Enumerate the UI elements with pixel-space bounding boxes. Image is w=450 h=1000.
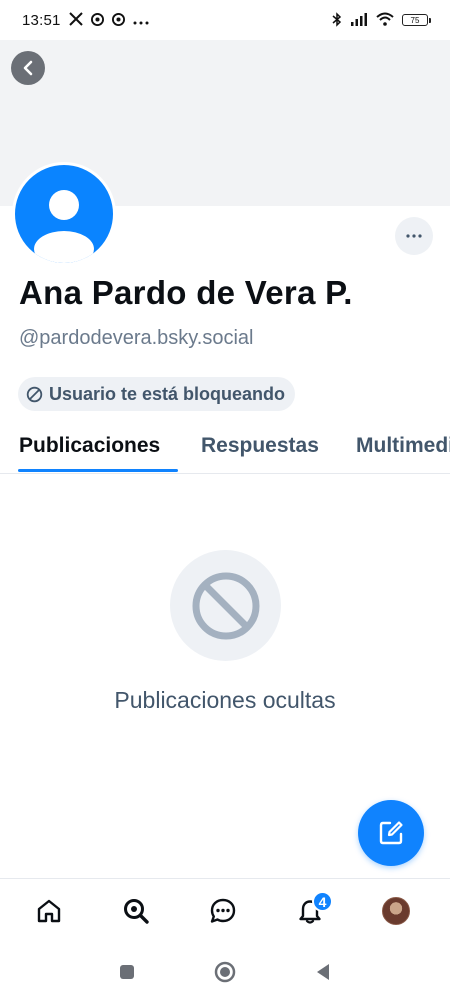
bluetooth-icon bbox=[332, 11, 342, 29]
chat-icon bbox=[210, 898, 236, 923]
nav-home[interactable] bbox=[27, 889, 71, 933]
profile-tabs: Publicaciones Respuestas Multimedia bbox=[0, 418, 450, 474]
chrome-icon bbox=[90, 12, 104, 28]
default-avatar-icon bbox=[34, 190, 94, 263]
status-time: 13:51 bbox=[22, 11, 61, 29]
nav-search[interactable] bbox=[114, 889, 158, 933]
back-button[interactable] bbox=[11, 51, 45, 85]
recents-icon bbox=[120, 965, 134, 979]
user-avatar bbox=[382, 897, 410, 925]
display-name: Ana Pardo de Vera P. bbox=[19, 274, 353, 311]
more-options-button[interactable] bbox=[395, 217, 433, 255]
home-circle-icon bbox=[214, 961, 236, 983]
nav-profile[interactable] bbox=[374, 889, 418, 933]
tab-multimedia[interactable]: Multimedia bbox=[356, 418, 450, 473]
signal-icon bbox=[350, 12, 368, 28]
status-bar: 13:51 75 bbox=[0, 0, 450, 40]
empty-state-label: Publicaciones ocultas bbox=[114, 687, 336, 713]
nav-chat[interactable] bbox=[201, 889, 245, 933]
profile-handle: @pardodevera.bsky.social bbox=[19, 327, 254, 349]
back-triangle-icon bbox=[317, 964, 329, 980]
compose-icon bbox=[379, 821, 403, 845]
chevron-left-icon bbox=[23, 60, 33, 76]
search-icon bbox=[124, 899, 149, 924]
ban-icon bbox=[192, 572, 259, 639]
x-logo-icon bbox=[68, 12, 83, 28]
system-home-button[interactable] bbox=[213, 960, 237, 984]
tab-publicaciones[interactable]: Publicaciones bbox=[19, 418, 160, 473]
nav-notifications[interactable]: 4 bbox=[288, 889, 333, 933]
ban-icon bbox=[26, 386, 43, 402]
battery-icon: 75 bbox=[402, 14, 431, 26]
wifi-icon bbox=[376, 12, 394, 28]
blocked-label: Usuario te está bloqueando bbox=[49, 383, 286, 404]
status-right: 75 bbox=[332, 11, 431, 29]
system-nav-bar bbox=[0, 944, 450, 1000]
empty-state-icon bbox=[170, 550, 281, 661]
recents-button[interactable] bbox=[115, 960, 139, 984]
more-dots-icon bbox=[133, 13, 149, 27]
active-tab-indicator bbox=[18, 469, 178, 472]
more-dots-icon bbox=[406, 234, 422, 238]
status-left: 13:51 bbox=[22, 12, 149, 29]
chrome-icon bbox=[111, 12, 125, 28]
home-icon bbox=[37, 899, 61, 923]
notifications-badge: 4 bbox=[312, 891, 333, 912]
blocked-status-badge[interactable]: Usuario te está bloqueando bbox=[18, 377, 296, 411]
compose-button[interactable] bbox=[358, 800, 424, 866]
system-back-button[interactable] bbox=[311, 960, 335, 984]
tab-respuestas[interactable]: Respuestas bbox=[201, 418, 319, 473]
bottom-nav: 4 bbox=[0, 878, 450, 944]
profile-avatar[interactable] bbox=[12, 162, 116, 266]
